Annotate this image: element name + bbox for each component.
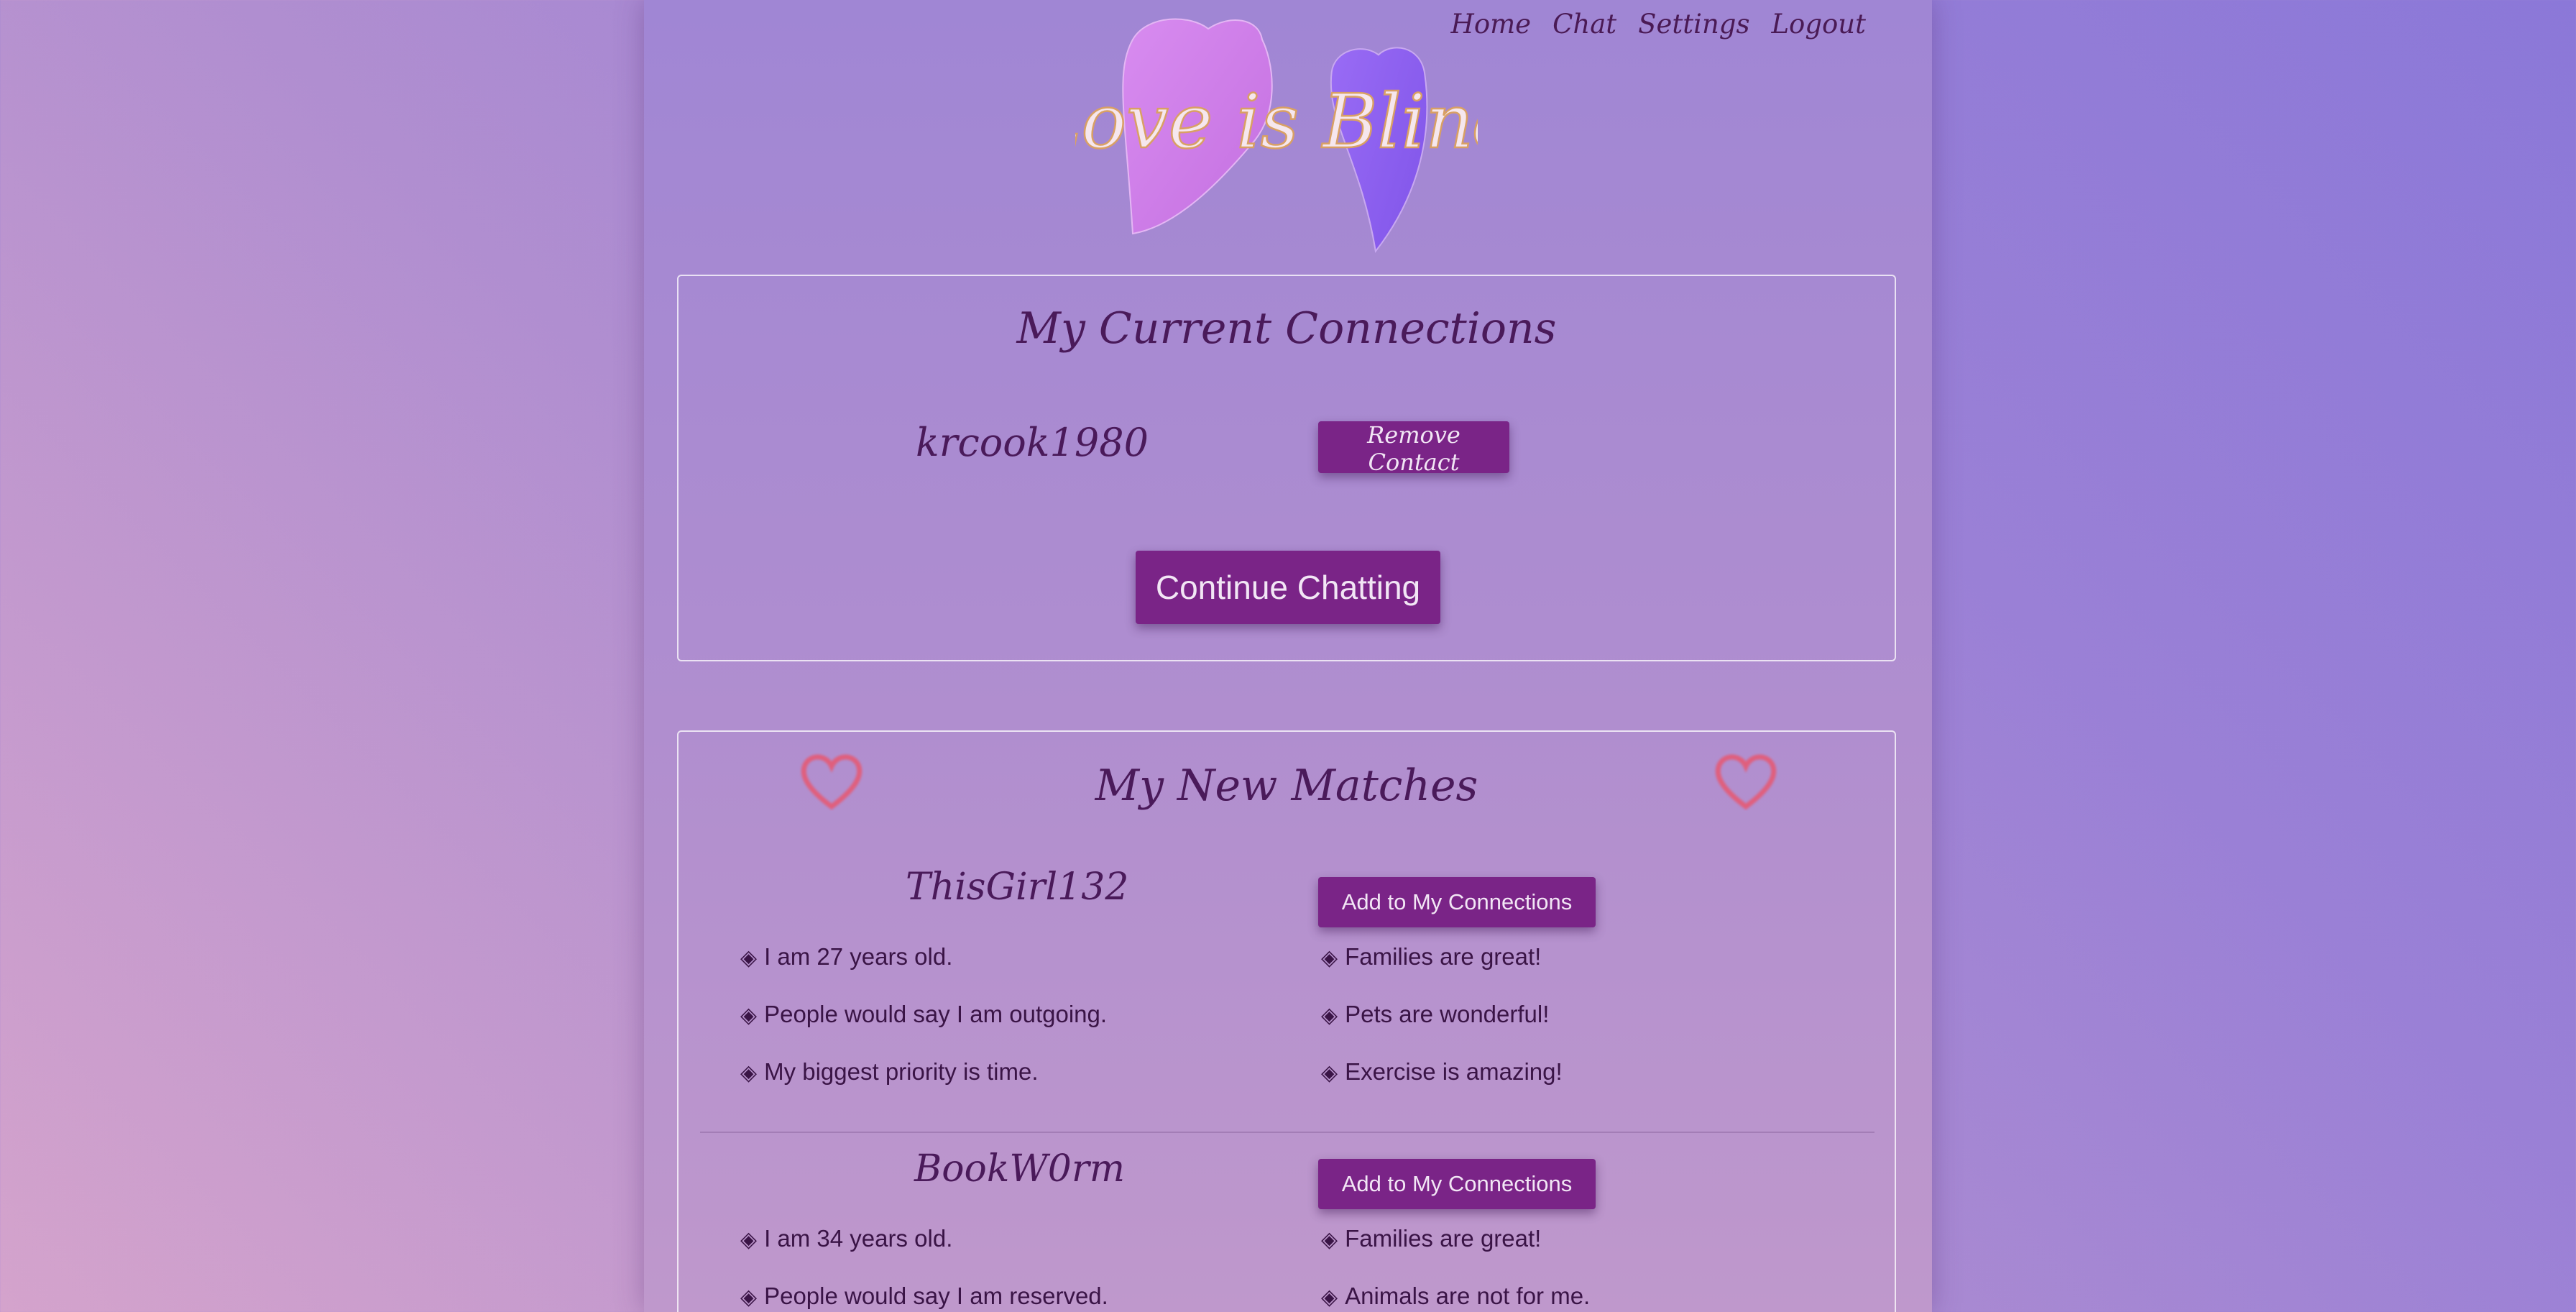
add-to-connections-button[interactable]: Add to My Connections <box>1318 877 1596 927</box>
remove-contact-button[interactable]: Remove Contact <box>1318 421 1509 476</box>
nav-settings-link[interactable]: Settings <box>1638 9 1749 40</box>
nav-logout-link[interactable]: Logout <box>1771 9 1866 40</box>
match-username: BookW0rm <box>914 1147 1126 1191</box>
trait-item: ◈ People would say I am outgoing. <box>740 1001 1108 1027</box>
logo-text: Love is Blind <box>1075 78 1478 165</box>
continue-chatting-button[interactable]: Continue Chatting <box>1136 551 1440 624</box>
diamond-bullet-icon: ◈ <box>740 1004 758 1027</box>
love-is-blind-logo[interactable]: Love is Blind <box>1075 11 1478 262</box>
diamond-bullet-icon: ◈ <box>1321 1004 1338 1027</box>
trait-item: ◈ Families are great! <box>1321 943 1542 970</box>
diamond-bullet-icon: ◈ <box>1321 1228 1338 1252</box>
current-connections-panel: My Current Connections krcook1980 Remove… <box>677 275 1896 661</box>
new-matches-title: My New Matches <box>1095 761 1478 811</box>
diamond-bullet-icon: ◈ <box>740 1228 758 1252</box>
contact-username: krcook1980 <box>916 420 1149 465</box>
match-divider <box>700 1132 1874 1133</box>
diamond-bullet-icon: ◈ <box>740 946 758 970</box>
nav-chat-link[interactable]: Chat <box>1552 9 1616 40</box>
trait-item: ◈ Animals are not for me. <box>1321 1283 1591 1309</box>
trait-item: ◈ My biggest priority is time. <box>740 1058 1039 1085</box>
diamond-bullet-icon: ◈ <box>740 1061 758 1085</box>
trait-item: ◈ Exercise is amazing! <box>1321 1058 1563 1085</box>
trait-item: ◈ People would say I am reserved. <box>740 1283 1108 1309</box>
new-matches-panel: My New Matches ThisGirl132 Add to My Con… <box>677 730 1896 1312</box>
diamond-bullet-icon: ◈ <box>740 1285 758 1309</box>
diamond-bullet-icon: ◈ <box>1321 1285 1338 1309</box>
current-connections-title: My Current Connections <box>1016 303 1557 354</box>
trait-item: ◈ I am 34 years old. <box>740 1225 953 1252</box>
top-nav: Home Chat Settings Logout <box>1451 9 1866 40</box>
trait-item: ◈ I am 27 years old. <box>740 943 953 970</box>
trait-item: ◈ Families are great! <box>1321 1225 1542 1252</box>
match-username: ThisGirl132 <box>906 866 1129 909</box>
trait-item: ◈ Pets are wonderful! <box>1321 1001 1550 1027</box>
page-container: Home Chat Settings Logout Love is Blind … <box>644 0 1932 1312</box>
diamond-bullet-icon: ◈ <box>1321 1061 1338 1085</box>
add-to-connections-button[interactable]: Add to My Connections <box>1318 1159 1596 1209</box>
diamond-bullet-icon: ◈ <box>1321 946 1338 970</box>
